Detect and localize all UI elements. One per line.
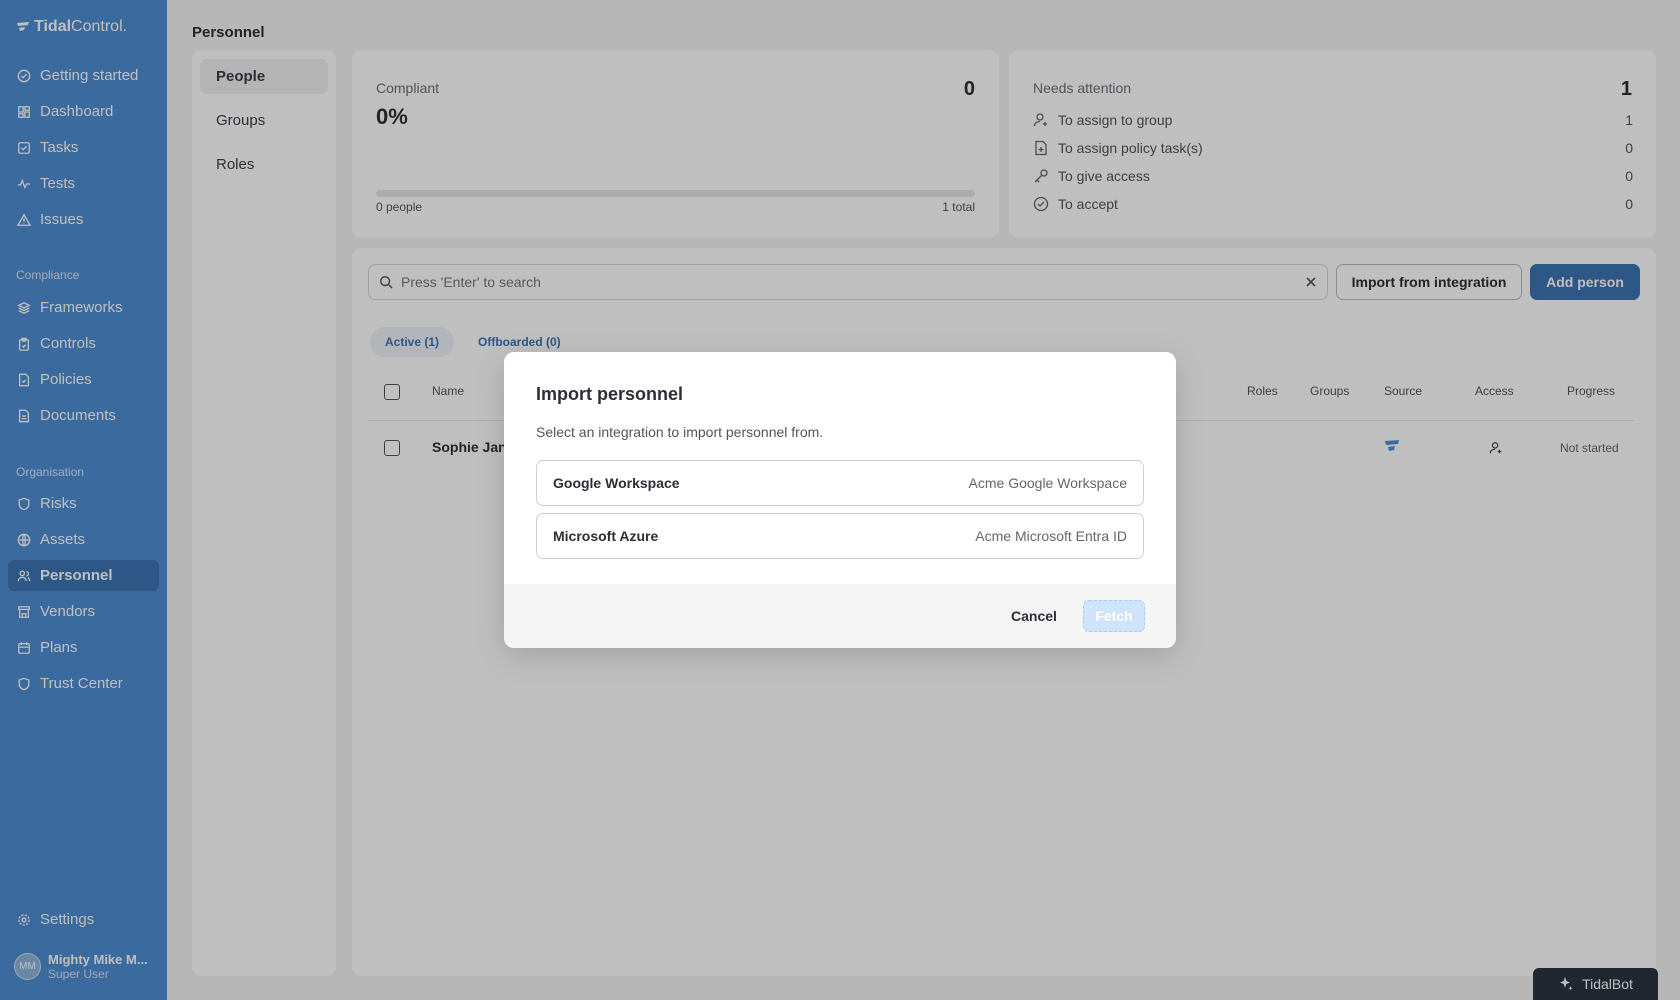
integration-detail: Acme Google Workspace bbox=[968, 475, 1127, 491]
integration-option-azure[interactable]: Microsoft Azure Acme Microsoft Entra ID bbox=[536, 513, 1144, 559]
cancel-button[interactable]: Cancel bbox=[1002, 600, 1066, 632]
import-personnel-dialog: Import personnel Select an integration t… bbox=[504, 352, 1176, 648]
fetch-button[interactable]: Fetch bbox=[1083, 600, 1145, 632]
dialog-footer: Cancel Fetch bbox=[504, 584, 1176, 648]
integration-name: Google Workspace bbox=[553, 475, 680, 491]
integration-name: Microsoft Azure bbox=[553, 528, 659, 544]
dialog-title: Import personnel bbox=[536, 384, 684, 404]
integration-option-google[interactable]: Google Workspace Acme Google Workspace bbox=[536, 460, 1144, 506]
dialog-description: Select an integration to import personne… bbox=[536, 424, 824, 440]
integration-detail: Acme Microsoft Entra ID bbox=[975, 528, 1127, 544]
